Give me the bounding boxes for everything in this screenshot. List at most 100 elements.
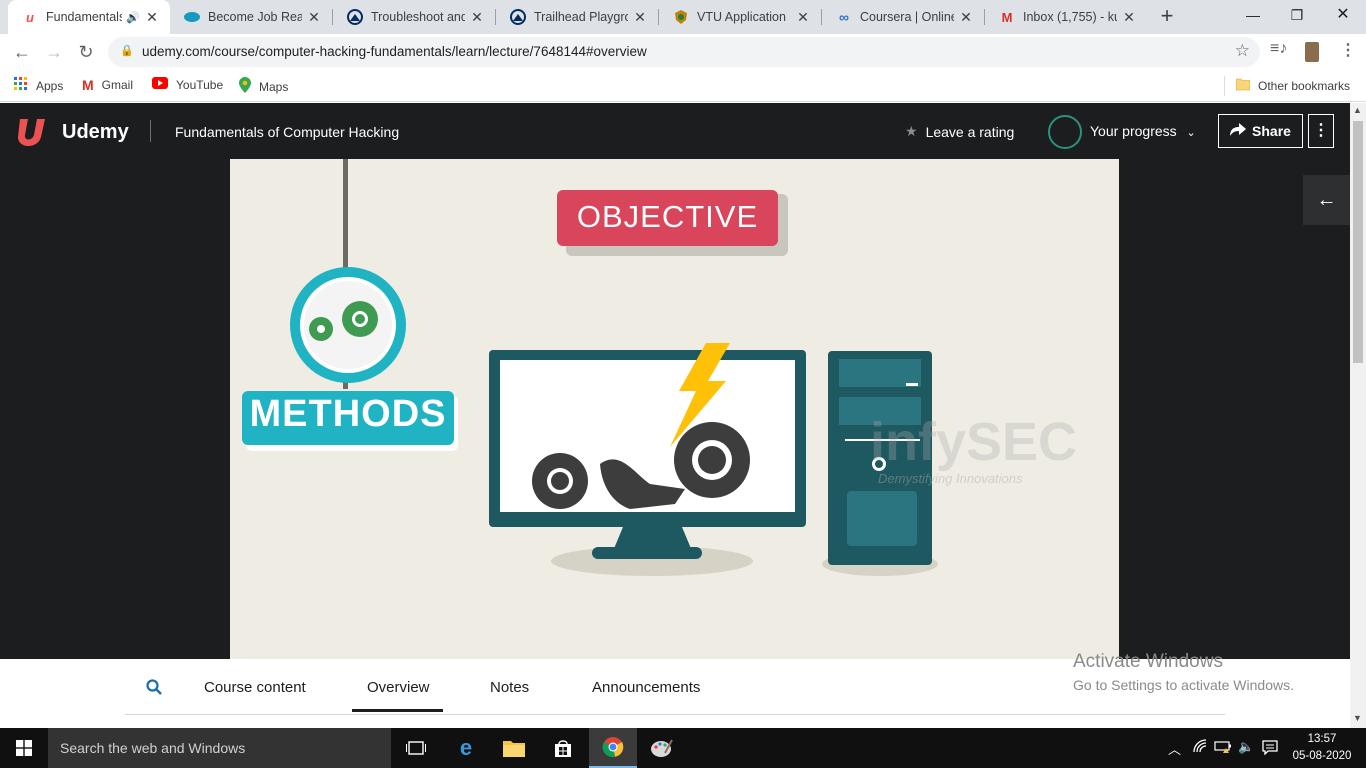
restore-button[interactable]: ❐ bbox=[1274, 0, 1320, 32]
activate-windows-title: Activate Windows bbox=[1073, 651, 1223, 672]
tab-notes[interactable]: Notes bbox=[490, 679, 529, 696]
paint-icon[interactable] bbox=[638, 728, 686, 768]
bookmark-apps[interactable]: Apps bbox=[14, 77, 63, 94]
profile-avatar[interactable] bbox=[1305, 42, 1319, 62]
close-icon[interactable]: ✕ bbox=[144, 9, 160, 26]
close-icon[interactable]: ✕ bbox=[958, 9, 974, 26]
reload-button[interactable]: ↻ bbox=[74, 40, 98, 64]
task-view-icon[interactable] bbox=[392, 728, 440, 768]
page-scrollbar[interactable]: ▲ ▼ bbox=[1350, 103, 1366, 728]
active-tab-indicator bbox=[352, 709, 443, 712]
taskbar-search[interactable]: Search the web and Windows bbox=[48, 728, 391, 768]
tab-title: Become Job Ready bbox=[208, 10, 302, 24]
browser-tab-6[interactable]: M Inbox (1,755) - kul ✕ bbox=[985, 0, 1147, 34]
minimize-button[interactable]: — bbox=[1230, 0, 1276, 32]
leave-rating-button[interactable]: ★ Leave a rating bbox=[905, 123, 1014, 140]
tab-title: VTU Application bbox=[697, 10, 786, 24]
trailhead-icon bbox=[347, 9, 363, 25]
share-icon bbox=[1230, 123, 1247, 139]
tab-title: Fundamentals bbox=[46, 10, 123, 24]
browser-tab-5[interactable]: ∞ Coursera | Online ✕ bbox=[822, 0, 984, 34]
scroll-down-arrow-icon[interactable]: ▼ bbox=[1353, 713, 1362, 723]
objective-label: OBJECTIVE bbox=[576, 199, 759, 234]
bookmark-label: Apps bbox=[36, 78, 64, 93]
progress-dropdown[interactable]: Your progress ⌄ bbox=[1090, 123, 1196, 139]
methods-label: METHODS bbox=[249, 393, 447, 435]
bookmark-label: YouTube bbox=[176, 77, 224, 92]
tab-title: Coursera | Online bbox=[860, 10, 954, 24]
search-placeholder: Search the web and Windows bbox=[60, 740, 246, 756]
network-icon[interactable] bbox=[1193, 739, 1207, 756]
tab-strip: u Fundamentals 🔊 ✕ Become Job Ready ✕ Tr… bbox=[0, 0, 1366, 34]
udemy-header: Udemy Fundamentals of Computer Hacking ★… bbox=[0, 103, 1350, 159]
bookmark-maps[interactable]: Maps bbox=[239, 77, 288, 96]
notifications-icon[interactable] bbox=[1262, 739, 1278, 758]
bookmark-label: Maps bbox=[259, 79, 289, 94]
url-text[interactable]: udemy.com/course/computer-hacking-fundam… bbox=[142, 44, 647, 59]
activate-windows-subtitle: Go to Settings to activate Windows. bbox=[1073, 677, 1294, 693]
file-explorer-icon[interactable] bbox=[490, 728, 538, 768]
address-bar[interactable]: 🔒 udemy.com/course/computer-hacking-fund… bbox=[108, 37, 1260, 67]
trailhead-icon bbox=[510, 9, 526, 25]
close-icon[interactable]: ✕ bbox=[632, 9, 648, 26]
chrome-icon[interactable] bbox=[589, 728, 637, 768]
browser-tab-0[interactable]: u Fundamentals 🔊 ✕ bbox=[8, 0, 170, 34]
show-hidden-icons-icon[interactable]: ︿ bbox=[1168, 739, 1181, 758]
gmail-icon: M bbox=[82, 77, 94, 93]
tab-course-content[interactable]: Course content bbox=[204, 679, 306, 696]
close-icon[interactable]: ✕ bbox=[1121, 9, 1137, 26]
udemy-icon: u bbox=[26, 9, 34, 25]
browser-tab-1[interactable]: Become Job Ready ✕ bbox=[170, 0, 332, 34]
progress-label: Your progress bbox=[1090, 123, 1177, 139]
forward-button[interactable]: → bbox=[42, 40, 66, 64]
media-control-icon[interactable]: ≡♪ bbox=[1270, 40, 1287, 58]
close-icon[interactable]: ✕ bbox=[469, 9, 485, 26]
store-icon[interactable] bbox=[539, 728, 587, 768]
browser-tab-3[interactable]: Trailhead Playgrou ✕ bbox=[496, 0, 658, 34]
back-button[interactable]: ← bbox=[10, 40, 34, 64]
close-window-button[interactable]: ✕ bbox=[1320, 0, 1366, 32]
new-tab-button[interactable]: + bbox=[1154, 4, 1180, 30]
battery-icon[interactable] bbox=[1214, 739, 1232, 756]
folder-icon bbox=[1235, 77, 1251, 94]
watermark-logo: infySEC bbox=[870, 412, 1078, 472]
course-title[interactable]: Fundamentals of Computer Hacking bbox=[175, 124, 399, 140]
tab-overview[interactable]: Overview bbox=[367, 679, 430, 696]
edge-icon[interactable]: e bbox=[442, 728, 490, 768]
logo-text: Udemy bbox=[62, 120, 129, 143]
scroll-up-arrow-icon[interactable]: ▲ bbox=[1353, 105, 1362, 115]
progress-ring[interactable] bbox=[1048, 115, 1082, 149]
bookmarks-bar: Apps M Gmail YouTube Maps Other bookmark… bbox=[0, 70, 1366, 102]
bookmark-youtube[interactable]: YouTube bbox=[152, 77, 223, 92]
coursera-icon: ∞ bbox=[839, 9, 849, 25]
bookmark-star-icon[interactable]: ☆ bbox=[1235, 41, 1250, 61]
browser-tab-4[interactable]: VTU Application ✕ bbox=[659, 0, 821, 34]
tab-title: Trailhead Playgrou bbox=[534, 10, 628, 24]
more-options-button[interactable]: ⋮ bbox=[1308, 114, 1334, 148]
video-player[interactable]: OBJECTIVE METHODS infySEC Demystifying I… bbox=[230, 159, 1119, 659]
rating-label: Leave a rating bbox=[925, 123, 1015, 140]
share-label: Share bbox=[1252, 123, 1291, 139]
other-bookmarks[interactable]: Other bookmarks bbox=[1235, 77, 1350, 94]
arrow-left-icon: ← bbox=[1316, 189, 1337, 211]
expand-sidebar-button[interactable]: ← bbox=[1303, 175, 1350, 225]
taskbar-clock[interactable]: 13:57 05-08-2020 bbox=[1290, 731, 1354, 765]
udemy-logo[interactable]: Udemy bbox=[16, 115, 129, 149]
close-icon[interactable]: ✕ bbox=[306, 9, 322, 26]
apps-icon bbox=[14, 77, 28, 94]
close-icon[interactable]: ✕ bbox=[795, 9, 811, 26]
search-icon[interactable] bbox=[146, 679, 162, 700]
audio-icon[interactable]: 🔊 bbox=[126, 11, 140, 24]
browser-tab-2[interactable]: Troubleshoot and ✕ bbox=[333, 0, 495, 34]
share-button[interactable]: Share bbox=[1218, 114, 1303, 148]
tab-announcements[interactable]: Announcements bbox=[592, 679, 700, 696]
scroll-thumb[interactable] bbox=[1353, 121, 1363, 363]
udemy-logo-mark bbox=[18, 119, 45, 146]
volume-icon[interactable]: 🔈 bbox=[1238, 739, 1254, 755]
start-button[interactable] bbox=[0, 728, 48, 768]
clock-time: 13:57 bbox=[1307, 733, 1337, 745]
lock-icon[interactable]: 🔒 bbox=[120, 44, 134, 57]
star-icon: ★ bbox=[905, 123, 918, 139]
bookmark-gmail[interactable]: M Gmail bbox=[82, 77, 133, 93]
menu-icon[interactable]: ⋮ bbox=[1340, 40, 1356, 60]
